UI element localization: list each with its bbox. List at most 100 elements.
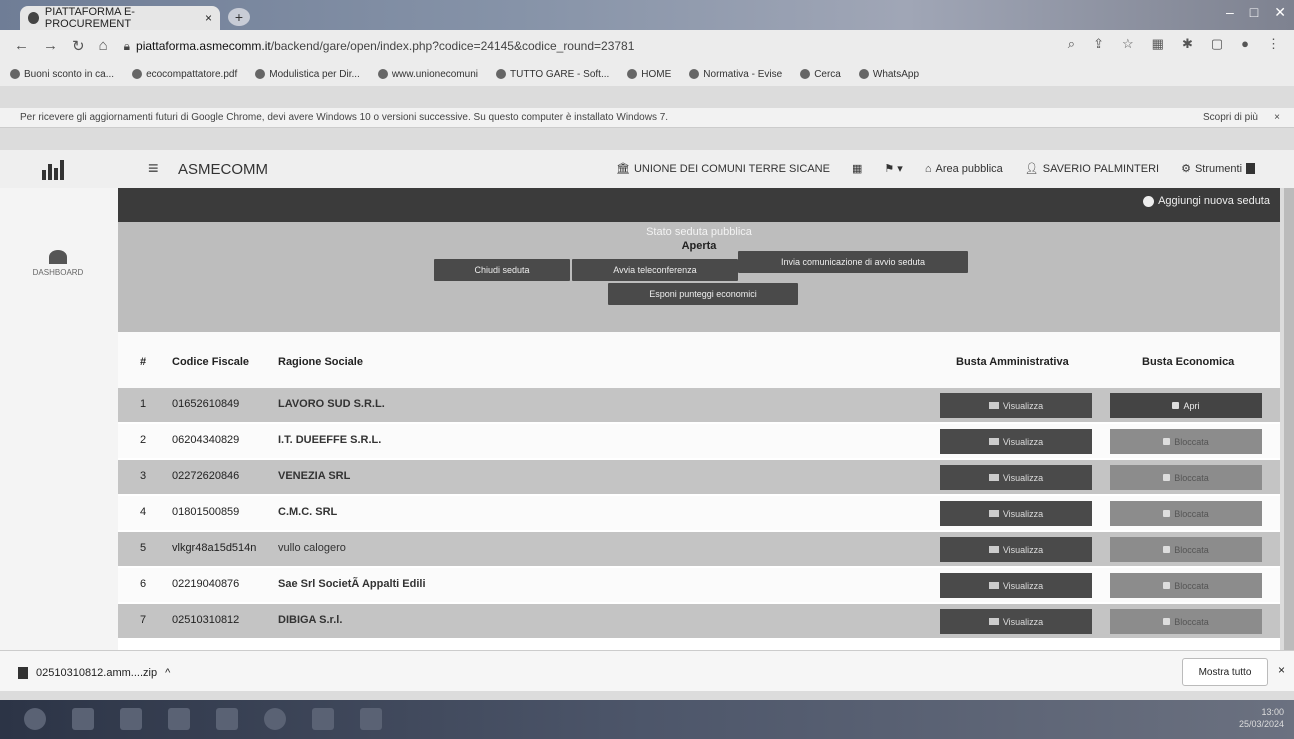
- show-all-button[interactable]: Mostra tutto: [1182, 658, 1268, 686]
- sidepanel-icon[interactable]: ▢: [1211, 36, 1223, 52]
- bookmark-icon: [800, 69, 811, 79]
- bookmark-item[interactable]: Buoni sconto in ca...: [10, 69, 114, 80]
- session-toolbar: Aggiungi nuova seduta: [118, 188, 1280, 222]
- show-economic-scores-button[interactable]: Esponi punteggi economici: [608, 283, 798, 305]
- view-admin-button[interactable]: Visualizza: [940, 537, 1092, 562]
- table-row: 6 02219040876 Sae Srl SocietÃ Appalti Ed…: [118, 568, 1280, 602]
- info-close-icon[interactable]: ×: [1274, 112, 1280, 123]
- new-tab-button[interactable]: +: [228, 8, 250, 26]
- start-teleconference-button[interactable]: Avvia teleconferenza: [572, 259, 738, 281]
- download-caret-icon[interactable]: ^: [165, 667, 170, 679]
- browser-tab[interactable]: PIATTAFORMA E-PROCUREMENT ×: [20, 6, 220, 30]
- view-admin-button[interactable]: Visualizza: [940, 501, 1092, 526]
- view-admin-button[interactable]: Visualizza: [940, 573, 1092, 598]
- nav-flag[interactable]: ⚑ ▾: [884, 162, 902, 175]
- lock-icon: [1163, 474, 1171, 481]
- view-admin-button[interactable]: Visualizza: [940, 609, 1092, 634]
- media-player-icon[interactable]: [168, 708, 190, 730]
- table-row: 2 06204340829 I.T. DUEEFFE S.R.L. Visual…: [118, 424, 1280, 458]
- locked-economic-button[interactable]: Bloccata: [1110, 501, 1262, 526]
- bookmark-icon: [627, 69, 638, 79]
- page-scrollbar[interactable]: [1284, 188, 1294, 658]
- bookmark-item[interactable]: Modulistica per Dir...: [255, 69, 360, 80]
- downloads-close-icon[interactable]: ×: [1278, 663, 1285, 677]
- word-icon[interactable]: [216, 708, 238, 730]
- puzzle-icon[interactable]: ✱: [1182, 36, 1193, 52]
- send-session-notice-button[interactable]: Invia comunicazione di avvio seduta: [738, 251, 968, 273]
- open-economic-button[interactable]: Apri: [1110, 393, 1262, 418]
- download-item[interactable]: 02510310812.amm....zip ^: [18, 667, 170, 679]
- folder-icon: [988, 438, 999, 445]
- explorer-icon[interactable]: [120, 708, 142, 730]
- info-more-link[interactable]: Scopri di più: [1203, 112, 1258, 123]
- address-bar: ← → ↻ ⌂ 🔒︎ piattaforma.asmecomm.it/backe…: [0, 30, 1294, 62]
- folder-icon: [988, 618, 999, 625]
- close-window-icon[interactable]: ✕: [1274, 4, 1286, 21]
- locked-economic-button[interactable]: Bloccata: [1110, 573, 1262, 598]
- menu-dots-icon[interactable]: ⋮: [1267, 36, 1280, 52]
- nav-union[interactable]: 🏛︎ UNIONE DEI COMUNI TERRE SICANE: [616, 162, 830, 176]
- star-icon[interactable]: ☆: [1122, 36, 1134, 52]
- extensions-icon[interactable]: ▦: [1152, 36, 1164, 52]
- reload-icon[interactable]: ↻: [72, 37, 85, 55]
- asmecomm-logo-icon[interactable]: [42, 158, 68, 180]
- nav-user[interactable]: 👤︎ SAVERIO PALMINTERI: [1024, 162, 1159, 176]
- back-arrow-icon[interactable]: ←: [14, 37, 29, 55]
- table-row: 7 02510310812 DIBIGA S.r.l. Visualizza B…: [118, 604, 1280, 638]
- info-message: Per ricevere gli aggiornamenti futuri di…: [20, 112, 669, 123]
- share-icon[interactable]: ⇪: [1093, 36, 1104, 52]
- bookmark-item[interactable]: ecocompattatore.pdf: [132, 69, 237, 80]
- lock-icon: [1163, 582, 1171, 589]
- maximize-icon[interactable]: □: [1250, 4, 1258, 21]
- table-row: 3 02272620846 VENEZIA SRL Visualizza Blo…: [118, 460, 1280, 494]
- folder-icon: [988, 474, 999, 481]
- tab-title: PIATTAFORMA E-PROCUREMENT: [44, 6, 135, 30]
- 7zip-icon[interactable]: [360, 708, 382, 730]
- profile-icon[interactable]: ●: [1241, 36, 1249, 52]
- minimize-icon[interactable]: –: [1226, 4, 1234, 21]
- nav-tools[interactable]: ⚙ Strumenti: [1181, 162, 1256, 175]
- view-admin-button[interactable]: Visualizza: [940, 393, 1092, 418]
- nav-area-pubblica[interactable]: ⌂ Area pubblica: [925, 162, 1003, 175]
- unlock-icon: [1172, 402, 1180, 409]
- lock-icon: [1163, 546, 1171, 553]
- bookmark-item[interactable]: WhatsApp: [858, 69, 919, 80]
- add-session-button[interactable]: Aggiungi nuova seduta: [1143, 195, 1270, 207]
- forward-arrow-icon[interactable]: →: [43, 37, 58, 55]
- locked-economic-button[interactable]: Bloccata: [1110, 609, 1262, 634]
- locked-economic-button[interactable]: Bloccata: [1110, 429, 1262, 454]
- session-status-value: Aperta: [681, 240, 717, 252]
- system-clock[interactable]: 13:00 25/03/2024: [1239, 706, 1284, 730]
- tools-badge: [1246, 163, 1256, 174]
- bookmark-icon: [132, 69, 143, 79]
- gear-icon: ⚙: [1181, 163, 1191, 175]
- view-admin-button[interactable]: Visualizza: [940, 465, 1092, 490]
- url-field[interactable]: 🔒︎ piattaforma.asmecomm.it/backend/gare/…: [124, 39, 635, 54]
- sidebar-item-dashboard[interactable]: DASHBOARD: [20, 250, 96, 277]
- locked-economic-button[interactable]: Bloccata: [1110, 465, 1262, 490]
- start-button-icon[interactable]: [24, 708, 46, 730]
- col-busta-amministrativa: Busta Amministrativa: [956, 356, 1069, 368]
- hamburger-menu-icon[interactable]: ≡: [148, 158, 159, 179]
- chrome-icon[interactable]: [264, 708, 286, 730]
- tab-close-icon[interactable]: ×: [205, 11, 212, 25]
- col-codice-fiscale: Codice Fiscale: [172, 356, 250, 368]
- user-icon: 👤︎: [1024, 163, 1039, 175]
- app-icon[interactable]: [312, 708, 334, 730]
- bookmark-item[interactable]: HOME: [627, 69, 671, 80]
- bookmark-item[interactable]: Normativa - Evise: [689, 69, 782, 80]
- ie-icon[interactable]: [72, 708, 94, 730]
- bookmark-item[interactable]: Cerca: [800, 69, 841, 80]
- bookmark-item[interactable]: TUTTO GARE - Soft...: [496, 69, 609, 80]
- view-admin-button[interactable]: Visualizza: [940, 429, 1092, 454]
- bank-icon: 🏛︎: [616, 163, 630, 175]
- bookmark-item[interactable]: www.unionecomuni: [377, 69, 478, 80]
- locked-economic-button[interactable]: Bloccata: [1110, 537, 1262, 562]
- table-row: 1 01652610849 LAVORO SUD S.R.L. Visualiz…: [118, 388, 1280, 422]
- window-controls: – □ ✕: [1226, 4, 1286, 21]
- table-row: 4 01801500859 C.M.C. SRL Visualizza Bloc…: [118, 496, 1280, 530]
- nav-calendar[interactable]: ▦: [852, 162, 862, 175]
- zoom-icon[interactable]: ⌕: [1068, 36, 1075, 52]
- home-icon[interactable]: ⌂: [99, 37, 108, 55]
- close-session-button[interactable]: Chiudi seduta: [434, 259, 570, 281]
